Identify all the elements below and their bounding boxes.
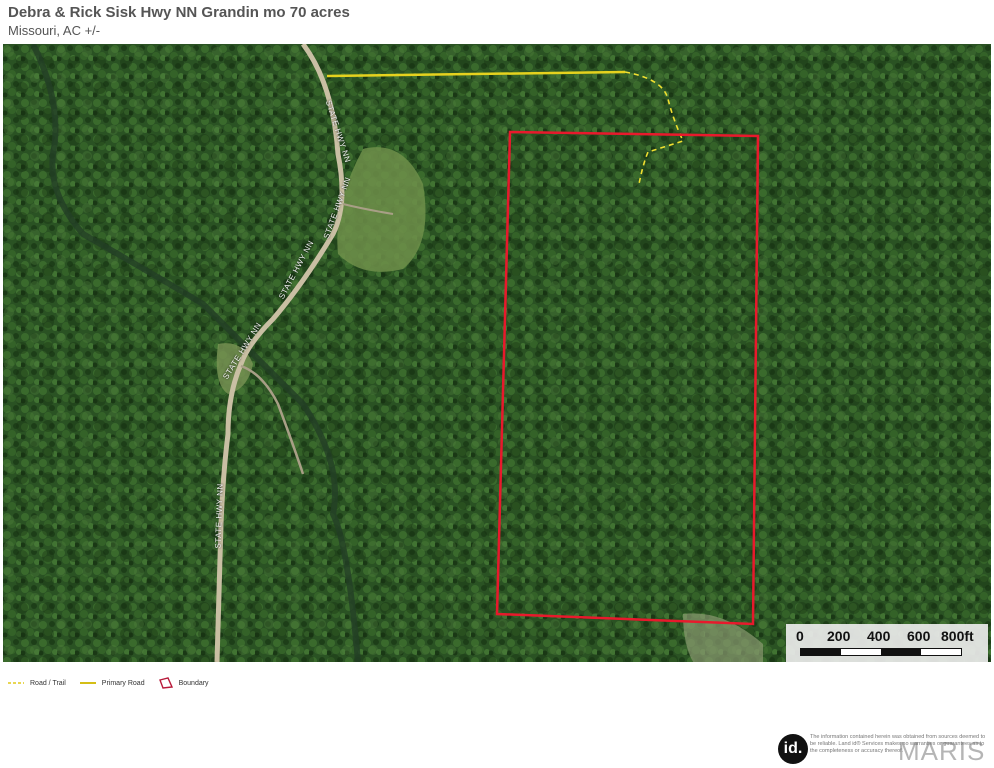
landid-logo: id.	[778, 734, 808, 764]
maris-watermark: MARIS	[898, 736, 986, 766]
legend-label: Road / Trail	[30, 679, 66, 687]
map-title: Debra & Rick Sisk Hwy NN Grandin mo 70 a…	[8, 4, 350, 21]
solid-line-icon	[79, 682, 96, 684]
scale-label: 800ft	[941, 628, 974, 644]
footer: id. The information contained herein was…	[778, 734, 990, 766]
map-canvas	[3, 44, 991, 662]
legend-item: Primary Road	[79, 679, 145, 687]
scale-label: 0	[796, 628, 804, 644]
scale-label: 200	[827, 628, 851, 644]
scale-label: 400	[867, 628, 891, 644]
scale-ruler	[800, 648, 962, 656]
polygon-outline-icon	[158, 677, 173, 689]
satellite-map[interactable]: STATE HWY NN STATE HWY NN STATE HWY NN S…	[3, 44, 991, 662]
legend-label: Primary Road	[101, 679, 145, 687]
legend-label: Boundary	[178, 679, 209, 687]
scale-bar: 0 200 400 600 800ft	[786, 624, 988, 662]
legend-item: Road / Trail	[8, 680, 66, 687]
dashed-line-icon	[8, 682, 24, 684]
map-subtitle: Missouri, AC +/-	[8, 23, 101, 38]
scale-label: 600	[907, 628, 931, 644]
legend-item: Boundary	[158, 677, 209, 689]
map-legend: Road / Trail Primary Road Boundary	[8, 676, 223, 690]
